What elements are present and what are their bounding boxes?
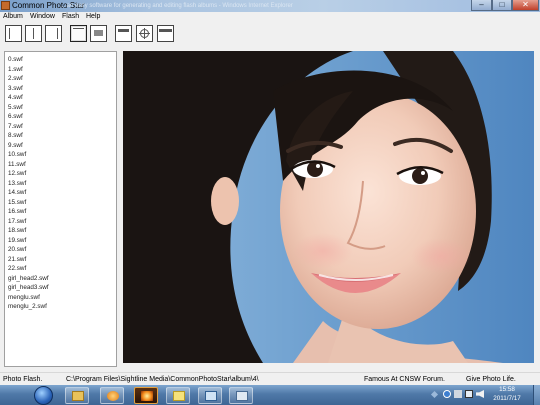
- photo-preview: [123, 51, 534, 363]
- file-list-item[interactable]: 13.swf: [8, 179, 116, 189]
- volume-icon[interactable]: [476, 390, 484, 398]
- status-album-path: C:\Program Files\Sightline Media\CommonP…: [66, 376, 259, 383]
- clock-date: 2011/7/17: [493, 394, 521, 402]
- clock-time: 15:58: [499, 386, 515, 393]
- file-list-item[interactable]: 0.swf: [8, 55, 116, 65]
- tray-expand-icon[interactable]: [430, 390, 439, 399]
- menu-help[interactable]: Help: [86, 12, 100, 22]
- layout-right-panel-button[interactable]: [45, 25, 62, 42]
- maximize-button[interactable]: □: [492, 0, 512, 11]
- window-app-icon: [236, 391, 248, 401]
- background-window-title: ... an easy software for generating and …: [60, 3, 293, 9]
- photo-star-icon: [141, 391, 153, 401]
- taskbar-photo-star[interactable]: [134, 387, 158, 404]
- file-list-item[interactable]: 14.swf: [8, 188, 116, 198]
- network-icon[interactable]: [465, 390, 473, 398]
- taskbar-explorer[interactable]: [65, 387, 89, 404]
- file-list-item[interactable]: girl_head3.swf: [8, 283, 116, 293]
- file-list[interactable]: 0.swf 1.swf 2.swf 3.swf 4.swf 5.swf 6.swf 7.swf…: [4, 51, 117, 367]
- app-icon: [1, 1, 10, 10]
- portrait-photo: [123, 51, 534, 363]
- frame-button[interactable]: [115, 25, 132, 42]
- status-forum: Famous At CNSW Forum.: [364, 376, 445, 383]
- show-desktop-button[interactable]: [533, 385, 540, 405]
- file-list-item[interactable]: 2.swf: [8, 74, 116, 84]
- file-list-item[interactable]: menglu.swf: [8, 293, 116, 303]
- media-player-icon: [107, 391, 119, 401]
- file-list-item[interactable]: 17.swf: [8, 217, 116, 227]
- layout-single-button[interactable]: [70, 25, 87, 42]
- status-mode: Photo Flash.: [3, 376, 43, 383]
- minimize-button[interactable]: –: [471, 0, 492, 11]
- file-list-item[interactable]: 6.swf: [8, 112, 116, 122]
- file-list-item[interactable]: 19.swf: [8, 236, 116, 246]
- app-window: Common Photo Star ... an easy software f…: [0, 0, 540, 385]
- file-list-item[interactable]: menglu_2.swf: [8, 302, 116, 312]
- start-button[interactable]: [34, 386, 53, 405]
- file-list-item[interactable]: 16.swf: [8, 207, 116, 217]
- taskbar-window-1[interactable]: [198, 387, 222, 404]
- file-list-item[interactable]: 11.swf: [8, 160, 116, 170]
- explorer-folder-icon: [72, 391, 84, 401]
- taskbar: 15:58 2011/7/17: [0, 385, 540, 405]
- window-app-icon: [205, 391, 217, 401]
- file-list-item[interactable]: 22.swf: [8, 264, 116, 274]
- file-list-items: 0.swf 1.swf 2.swf 3.swf 4.swf 5.swf 6.swf 7.swf…: [5, 52, 116, 312]
- file-list-item[interactable]: 4.swf: [8, 93, 116, 103]
- file-list-item[interactable]: 7.swf: [8, 122, 116, 132]
- close-button[interactable]: ✕: [512, 0, 539, 11]
- taskbar-clock[interactable]: 15:58 2011/7/17: [484, 386, 530, 403]
- frame-wide-button[interactable]: [157, 25, 174, 42]
- keyboard-icon[interactable]: [454, 390, 462, 398]
- menu-window[interactable]: Window: [30, 12, 55, 22]
- title-bar[interactable]: Common Photo Star ... an easy software f…: [0, 0, 540, 12]
- file-list-item[interactable]: 5.swf: [8, 103, 116, 113]
- target-button[interactable]: [136, 25, 153, 42]
- file-list-item[interactable]: 12.swf: [8, 169, 116, 179]
- file-list-item[interactable]: 15.swf: [8, 198, 116, 208]
- menu-album[interactable]: Album: [3, 12, 23, 22]
- file-list-item[interactable]: 10.swf: [8, 150, 116, 160]
- file-list-item[interactable]: 20.swf: [8, 245, 116, 255]
- layout-list-button[interactable]: [5, 25, 22, 42]
- file-list-item[interactable]: girl_head2.swf: [8, 274, 116, 284]
- file-list-item[interactable]: 8.swf: [8, 131, 116, 141]
- layout-caption-button[interactable]: [90, 25, 107, 42]
- layout-split-button[interactable]: [25, 25, 42, 42]
- file-list-item[interactable]: 18.swf: [8, 226, 116, 236]
- file-list-item[interactable]: 9.swf: [8, 141, 116, 151]
- file-list-item[interactable]: 21.swf: [8, 255, 116, 265]
- notes-icon: [173, 391, 185, 401]
- file-list-item[interactable]: 1.swf: [8, 65, 116, 75]
- taskbar-notes[interactable]: [166, 387, 190, 404]
- taskbar-media-player[interactable]: [100, 387, 124, 404]
- status-bar: Photo Flash. C:\Program Files\Sightline …: [0, 372, 540, 385]
- help-icon[interactable]: [443, 390, 451, 398]
- taskbar-window-2[interactable]: [229, 387, 253, 404]
- toolbar: [0, 22, 540, 48]
- file-list-item[interactable]: 3.swf: [8, 84, 116, 94]
- menu-flash[interactable]: Flash: [62, 12, 79, 22]
- status-tagline: Give Photo Life.: [466, 376, 516, 383]
- menu-bar: Album Window Flash Help: [0, 12, 540, 22]
